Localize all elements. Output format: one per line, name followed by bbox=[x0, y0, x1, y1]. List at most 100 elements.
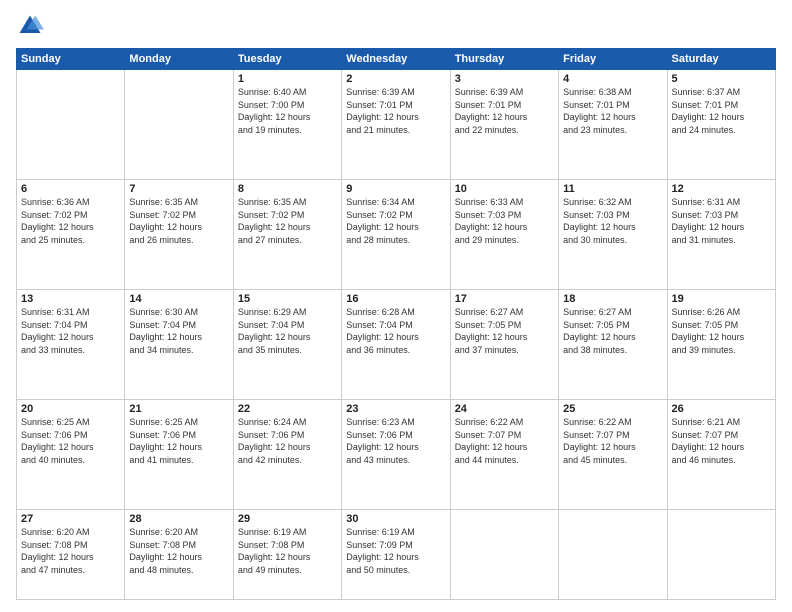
header bbox=[16, 12, 776, 40]
logo bbox=[16, 12, 48, 40]
calendar-week-row: 1Sunrise: 6:40 AM Sunset: 7:00 PM Daylig… bbox=[17, 70, 776, 180]
day-detail: Sunrise: 6:22 AM Sunset: 7:07 PM Dayligh… bbox=[455, 416, 554, 466]
day-detail: Sunrise: 6:36 AM Sunset: 7:02 PM Dayligh… bbox=[21, 196, 120, 246]
day-of-week-header: Thursday bbox=[450, 49, 558, 70]
calendar-cell bbox=[667, 510, 775, 600]
day-detail: Sunrise: 6:35 AM Sunset: 7:02 PM Dayligh… bbox=[129, 196, 228, 246]
day-number: 6 bbox=[21, 183, 120, 195]
day-detail: Sunrise: 6:31 AM Sunset: 7:03 PM Dayligh… bbox=[672, 196, 771, 246]
day-number: 18 bbox=[563, 293, 662, 305]
calendar-week-row: 20 Sunrise: 6:25 AM Sunset: 7:06 PM Dayli… bbox=[17, 400, 776, 510]
calendar-header: SundayMondayTuesdayWednesdayThursdayFrid… bbox=[17, 49, 776, 70]
day-number: 19 bbox=[672, 293, 771, 305]
day-number: 1 bbox=[238, 73, 337, 85]
day-number: 30 bbox=[346, 513, 445, 525]
day-number: 17 bbox=[455, 293, 554, 305]
calendar-cell: 23Sunrise: 6:23 AM Sunset: 7:06 PM Dayli… bbox=[342, 400, 450, 510]
calendar-week-row: 6Sunrise: 6:36 AM Sunset: 7:02 PM Daylig… bbox=[17, 180, 776, 290]
day-detail: Sunrise: 6:39 AM Sunset: 7:01 PM Dayligh… bbox=[455, 86, 554, 136]
day-detail: Sunrise: 6:33 AM Sunset: 7:03 PM Dayligh… bbox=[455, 196, 554, 246]
day-detail: Sunrise: 6:20 AM Sunset: 7:08 PM Dayligh… bbox=[129, 526, 228, 576]
calendar-cell: 26Sunrise: 6:21 AM Sunset: 7:07 PM Dayli… bbox=[667, 400, 775, 510]
page: SundayMondayTuesdayWednesdayThursdayFrid… bbox=[0, 0, 792, 612]
calendar-cell: 24Sunrise: 6:22 AM Sunset: 7:07 PM Dayli… bbox=[450, 400, 558, 510]
day-detail: Sunrise: 6:24 AM Sunset: 7:06 PM Dayligh… bbox=[238, 416, 337, 466]
day-detail: Sunrise: 6:26 AM Sunset: 7:05 PM Dayligh… bbox=[672, 306, 771, 356]
calendar-table: SundayMondayTuesdayWednesdayThursdayFrid… bbox=[16, 48, 776, 600]
calendar-cell: 13Sunrise: 6:31 AM Sunset: 7:04 PM Dayli… bbox=[17, 290, 125, 400]
calendar-cell: 19Sunrise: 6:26 AM Sunset: 7:05 PM Dayli… bbox=[667, 290, 775, 400]
day-number: 25 bbox=[563, 403, 662, 415]
calendar-cell: 1Sunrise: 6:40 AM Sunset: 7:00 PM Daylig… bbox=[233, 70, 341, 180]
day-detail: Sunrise: 6:19 AM Sunset: 7:09 PM Dayligh… bbox=[346, 526, 445, 576]
calendar-cell: 15Sunrise: 6:29 AM Sunset: 7:04 PM Dayli… bbox=[233, 290, 341, 400]
calendar-cell: 20Sunrise: 6:25 AM Sunset: 7:06 PM Dayli… bbox=[17, 400, 125, 510]
calendar-cell: 11Sunrise: 6:32 AM Sunset: 7:03 PM Dayli… bbox=[559, 180, 667, 290]
calendar-cell: 2Sunrise: 6:39 AM Sunset: 7:01 PM Daylig… bbox=[342, 70, 450, 180]
calendar-cell: 12Sunrise: 6:31 AM Sunset: 7:03 PM Dayli… bbox=[667, 180, 775, 290]
day-detail: Sunrise: 6:29 AM Sunset: 7:04 PM Dayligh… bbox=[238, 306, 337, 356]
calendar-cell bbox=[125, 70, 233, 180]
calendar-cell: 7Sunrise: 6:35 AM Sunset: 7:02 PM Daylig… bbox=[125, 180, 233, 290]
day-of-week-header: Saturday bbox=[667, 49, 775, 70]
day-number: 5 bbox=[672, 73, 771, 85]
day-detail: Sunrise: 6:27 AM Sunset: 7:05 PM Dayligh… bbox=[563, 306, 662, 356]
day-detail: Sunrise: 6:23 AM Sunset: 7:06 PM Dayligh… bbox=[346, 416, 445, 466]
calendar-cell: 21Sunrise: 6:25 AM Sunset: 7:06 PM Dayli… bbox=[125, 400, 233, 510]
day-detail: Sunrise: 6:31 AM Sunset: 7:04 PM Dayligh… bbox=[21, 306, 120, 356]
calendar-cell: 25Sunrise: 6:22 AM Sunset: 7:07 PM Dayli… bbox=[559, 400, 667, 510]
day-number: 23 bbox=[346, 403, 445, 415]
calendar-cell: 22Sunrise: 6:24 AM Sunset: 7:06 PM Dayli… bbox=[233, 400, 341, 510]
calendar-cell: 30Sunrise: 6:19 AM Sunset: 7:09 PM Dayli… bbox=[342, 510, 450, 600]
day-detail: Sunrise: 6:20 AM Sunset: 7:08 PM Dayligh… bbox=[21, 526, 120, 576]
calendar-cell bbox=[450, 510, 558, 600]
day-number: 16 bbox=[346, 293, 445, 305]
calendar-cell: 4Sunrise: 6:38 AM Sunset: 7:01 PM Daylig… bbox=[559, 70, 667, 180]
calendar-cell: 14Sunrise: 6:30 AM Sunset: 7:04 PM Dayli… bbox=[125, 290, 233, 400]
day-detail: Sunrise: 6:32 AM Sunset: 7:03 PM Dayligh… bbox=[563, 196, 662, 246]
day-number: 12 bbox=[672, 183, 771, 195]
day-detail: Sunrise: 6:37 AM Sunset: 7:01 PM Dayligh… bbox=[672, 86, 771, 136]
day-detail: Sunrise: 6:21 AM Sunset: 7:07 PM Dayligh… bbox=[672, 416, 771, 466]
day-number: 20 bbox=[21, 403, 120, 415]
calendar-cell: 17Sunrise: 6:27 AM Sunset: 7:05 PM Dayli… bbox=[450, 290, 558, 400]
day-number: 14 bbox=[129, 293, 228, 305]
day-number: 29 bbox=[238, 513, 337, 525]
day-number: 26 bbox=[672, 403, 771, 415]
calendar-cell: 8Sunrise: 6:35 AM Sunset: 7:02 PM Daylig… bbox=[233, 180, 341, 290]
calendar-cell: 10Sunrise: 6:33 AM Sunset: 7:03 PM Dayli… bbox=[450, 180, 558, 290]
day-detail: Sunrise: 6:40 AM Sunset: 7:00 PM Dayligh… bbox=[238, 86, 337, 136]
day-detail: Sunrise: 6:34 AM Sunset: 7:02 PM Dayligh… bbox=[346, 196, 445, 246]
calendar-cell: 9Sunrise: 6:34 AM Sunset: 7:02 PM Daylig… bbox=[342, 180, 450, 290]
day-of-week-header: Sunday bbox=[17, 49, 125, 70]
day-detail: Sunrise: 6:27 AM Sunset: 7:05 PM Dayligh… bbox=[455, 306, 554, 356]
day-detail: Sunrise: 6:19 AM Sunset: 7:08 PM Dayligh… bbox=[238, 526, 337, 576]
day-number: 2 bbox=[346, 73, 445, 85]
day-of-week-header: Friday bbox=[559, 49, 667, 70]
day-number: 8 bbox=[238, 183, 337, 195]
day-number: 28 bbox=[129, 513, 228, 525]
header-row: SundayMondayTuesdayWednesdayThursdayFrid… bbox=[17, 49, 776, 70]
calendar-cell: 5Sunrise: 6:37 AM Sunset: 7:01 PM Daylig… bbox=[667, 70, 775, 180]
calendar-cell: 6Sunrise: 6:36 AM Sunset: 7:02 PM Daylig… bbox=[17, 180, 125, 290]
day-of-week-header: Monday bbox=[125, 49, 233, 70]
day-number: 21 bbox=[129, 403, 228, 415]
day-number: 10 bbox=[455, 183, 554, 195]
day-detail: Sunrise: 6:38 AM Sunset: 7:01 PM Dayligh… bbox=[563, 86, 662, 136]
day-number: 11 bbox=[563, 183, 662, 195]
day-of-week-header: Wednesday bbox=[342, 49, 450, 70]
day-of-week-header: Tuesday bbox=[233, 49, 341, 70]
day-number: 15 bbox=[238, 293, 337, 305]
calendar-week-row: 27Sunrise: 6:20 AM Sunset: 7:08 PM Dayli… bbox=[17, 510, 776, 600]
calendar-cell bbox=[17, 70, 125, 180]
calendar-cell: 18Sunrise: 6:27 AM Sunset: 7:05 PM Dayli… bbox=[559, 290, 667, 400]
day-detail: Sunrise: 6:25 AM Sunset: 7:06 PM Dayligh… bbox=[129, 416, 228, 466]
day-detail: Sunrise: 6:28 AM Sunset: 7:04 PM Dayligh… bbox=[346, 306, 445, 356]
day-number: 22 bbox=[238, 403, 337, 415]
calendar-cell: 16Sunrise: 6:28 AM Sunset: 7:04 PM Dayli… bbox=[342, 290, 450, 400]
day-number: 27 bbox=[21, 513, 120, 525]
day-number: 9 bbox=[346, 183, 445, 195]
calendar-cell bbox=[559, 510, 667, 600]
logo-icon bbox=[16, 12, 44, 40]
day-detail: Sunrise: 6:22 AM Sunset: 7:07 PM Dayligh… bbox=[563, 416, 662, 466]
